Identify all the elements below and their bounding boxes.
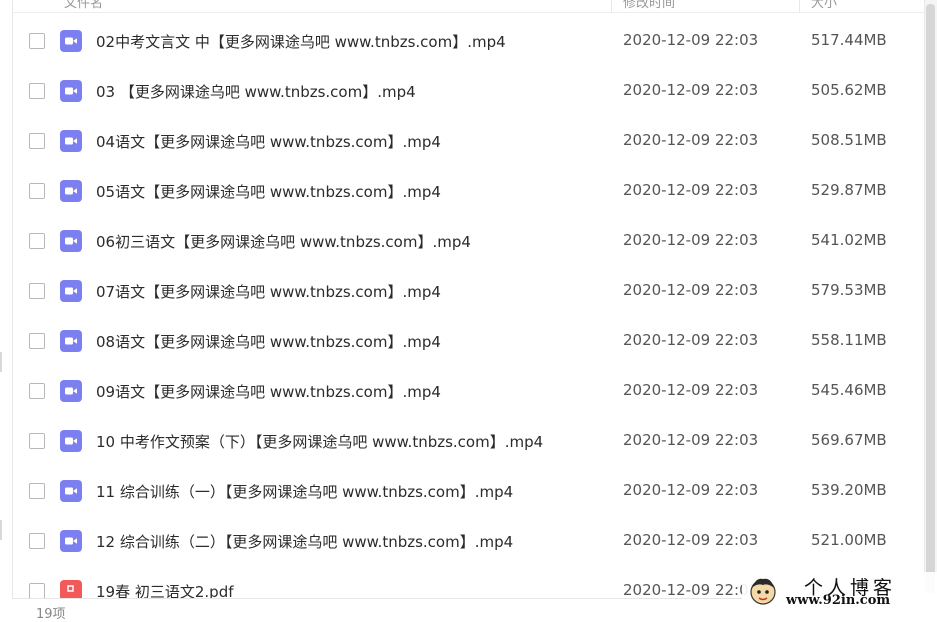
file-row[interactable]: 12 综合训练（二）【更多网课途乌吧 www.tnbzs.com】.mp4 202…: [12, 516, 924, 566]
file-row[interactable]: 08语文【更多网课途乌吧 www.tnbzs.com】.mp4 2020-12-0…: [12, 316, 924, 366]
file-name[interactable]: 03 【更多网课途乌吧 www.tnbzs.com】.mp4: [96, 81, 416, 102]
video-file-icon: [60, 330, 82, 352]
file-size: 579.53MB: [811, 281, 887, 299]
file-name[interactable]: 09语文【更多网课途乌吧 www.tnbzs.com】.mp4: [96, 381, 441, 402]
file-name[interactable]: 04语文【更多网课途乌吧 www.tnbzs.com】.mp4: [96, 131, 441, 152]
file-modified-date: 2020-12-09 22:03: [623, 581, 759, 599]
video-file-icon: [60, 80, 82, 102]
file-size: 539.20MB: [811, 481, 887, 499]
file-size: 545.46MB: [811, 381, 887, 399]
row-checkbox[interactable]: [29, 83, 45, 99]
file-name[interactable]: 12 综合训练（二）【更多网课途乌吧 www.tnbzs.com】.mp4: [96, 531, 513, 552]
row-checkbox[interactable]: [29, 533, 45, 549]
file-modified-date: 2020-12-09 22:03: [623, 281, 759, 299]
watermark-url: www.92in.com: [786, 593, 891, 608]
file-modified-date: 2020-12-09 22:03: [623, 481, 759, 499]
video-file-icon: [60, 30, 82, 52]
file-row[interactable]: 07语文【更多网课途乌吧 www.tnbzs.com】.mp4 2020-12-0…: [12, 266, 924, 316]
row-checkbox[interactable]: [29, 33, 45, 49]
file-row[interactable]: 10 中考作文预案（下）【更多网课途乌吧 www.tnbzs.com】.mp4 2…: [12, 416, 924, 466]
file-modified-date: 2020-12-09 22:03: [623, 231, 759, 249]
file-modified-date: 2020-12-09 22:03: [623, 531, 759, 549]
file-name[interactable]: 02中考文言文 中【更多网课途乌吧 www.tnbzs.com】.mp4: [96, 31, 506, 52]
scrollbar-thumb[interactable]: [926, 4, 935, 594]
file-size: 517.44MB: [811, 31, 887, 49]
video-file-icon: [60, 230, 82, 252]
mascot-logo-icon: [750, 578, 776, 605]
video-file-icon: [60, 430, 82, 452]
file-name[interactable]: 08语文【更多网课途乌吧 www.tnbzs.com】.mp4: [96, 331, 441, 352]
file-name[interactable]: 06初三语文【更多网课途乌吧 www.tnbzs.com】.mp4: [96, 231, 471, 252]
file-modified-date: 2020-12-09 22:03: [623, 431, 759, 449]
file-modified-date: 2020-12-09 22:03: [623, 31, 759, 49]
file-row[interactable]: 05语文【更多网课途乌吧 www.tnbzs.com】.mp4 2020-12-0…: [12, 166, 924, 216]
file-name[interactable]: 10 中考作文预案（下）【更多网课途乌吧 www.tnbzs.com】.mp4: [96, 431, 543, 452]
file-row[interactable]: 09语文【更多网课途乌吧 www.tnbzs.com】.mp4 2020-12-0…: [12, 366, 924, 416]
item-count: 19项: [36, 607, 66, 622]
watermark: 个人博客 www.92in.com: [742, 572, 937, 612]
file-modified-date: 2020-12-09 22:03: [623, 331, 759, 349]
file-name[interactable]: 07语文【更多网课途乌吧 www.tnbzs.com】.mp4: [96, 281, 441, 302]
column-divider[interactable]: [611, 0, 612, 12]
size-column-header[interactable]: 大小: [811, 0, 837, 11]
row-checkbox[interactable]: [29, 183, 45, 199]
video-file-icon: [60, 480, 82, 502]
video-file-icon: [60, 530, 82, 552]
row-checkbox[interactable]: [29, 433, 45, 449]
panel-divider-mark: [0, 520, 2, 540]
video-file-icon: [60, 130, 82, 152]
name-column-header[interactable]: 文件名: [64, 0, 103, 11]
file-size: 558.11MB: [811, 331, 887, 349]
row-checkbox[interactable]: [29, 333, 45, 349]
file-name[interactable]: 11 综合训练（一）【更多网课途乌吧 www.tnbzs.com】.mp4: [96, 481, 513, 502]
row-checkbox[interactable]: [29, 583, 45, 599]
column-divider[interactable]: [799, 0, 800, 12]
file-modified-date: 2020-12-09 22:03: [623, 181, 759, 199]
file-size: 508.51MB: [811, 131, 887, 149]
file-row[interactable]: 06初三语文【更多网课途乌吧 www.tnbzs.com】.mp4 2020-12…: [12, 216, 924, 266]
file-size: 569.67MB: [811, 431, 887, 449]
row-checkbox[interactable]: [29, 383, 45, 399]
video-file-icon: [60, 180, 82, 202]
file-row[interactable]: 03 【更多网课途乌吧 www.tnbzs.com】.mp4 2020-12-09…: [12, 66, 924, 116]
panel-divider-mark: [0, 352, 2, 372]
row-checkbox[interactable]: [29, 133, 45, 149]
row-checkbox[interactable]: [29, 283, 45, 299]
file-list-header: 文件名 修改时间 大小: [12, 0, 924, 13]
video-file-icon: [60, 280, 82, 302]
file-row[interactable]: 04语文【更多网课途乌吧 www.tnbzs.com】.mp4 2020-12-0…: [12, 116, 924, 166]
file-modified-date: 2020-12-09 22:03: [623, 81, 759, 99]
file-row[interactable]: 11 综合训练（一）【更多网课途乌吧 www.tnbzs.com】.mp4 202…: [12, 466, 924, 516]
file-size: 521.00MB: [811, 531, 887, 549]
file-modified-date: 2020-12-09 22:03: [623, 381, 759, 399]
row-checkbox[interactable]: [29, 233, 45, 249]
video-file-icon: [60, 380, 82, 402]
file-row[interactable]: 02中考文言文 中【更多网课途乌吧 www.tnbzs.com】.mp4 2020…: [12, 16, 924, 66]
file-size: 505.62MB: [811, 81, 887, 99]
file-modified-date: 2020-12-09 22:03: [623, 131, 759, 149]
file-size: 541.02MB: [811, 231, 887, 249]
row-checkbox[interactable]: [29, 483, 45, 499]
date-column-header[interactable]: 修改时间: [623, 0, 675, 11]
file-size: 529.87MB: [811, 181, 887, 199]
file-name[interactable]: 05语文【更多网课途乌吧 www.tnbzs.com】.mp4: [96, 181, 441, 202]
